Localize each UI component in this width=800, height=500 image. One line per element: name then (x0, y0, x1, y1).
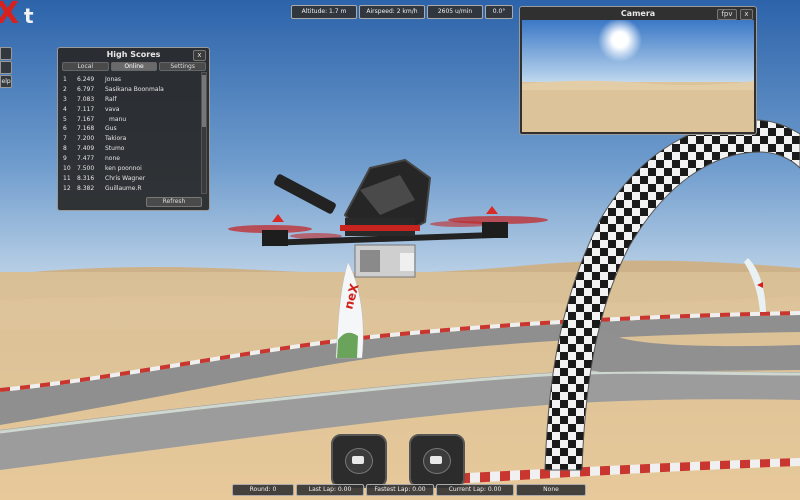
score-rank: 1 (63, 76, 67, 83)
fastest-lap-readout: Fastest Lap: 0.00 (366, 484, 434, 496)
refresh-button[interactable]: Refresh (146, 197, 202, 207)
score-name: vava (105, 105, 120, 113)
score-name: Stumo (105, 145, 125, 153)
logo-letter-x: X (0, 0, 20, 31)
score-name: Ralf (105, 95, 117, 103)
score-row: 7 7.200 Takiora (62, 134, 200, 144)
altitude-readout: Altitude: 1.7 m (291, 5, 357, 19)
last-lap-readout: Last Lap: 0.00 (296, 484, 364, 496)
score-time: 8.382 (77, 184, 95, 192)
high-scores-title: High Scores (106, 50, 161, 59)
rpm-readout: 2605 u/min (427, 5, 483, 19)
angle-readout: 0.0° (485, 5, 513, 19)
help-button[interactable]: Help (0, 75, 12, 88)
mode-readout: None (516, 484, 586, 496)
score-rank: 5 (63, 115, 67, 123)
score-name: Jonas (105, 76, 122, 83)
camera-close-button[interactable]: x (740, 9, 753, 20)
close-icon: x (744, 10, 749, 18)
score-time: 7.200 (77, 135, 95, 143)
airspeed-readout: Airspeed: 2 km/h (359, 5, 425, 19)
score-row: 3 7.083 Ralf (62, 95, 200, 105)
score-time: 7.500 (77, 165, 95, 173)
score-time: 7.409 (77, 145, 95, 153)
score-rank: 7 (63, 135, 67, 143)
tab-settings[interactable]: Settings (159, 62, 207, 71)
score-time: 7.117 (77, 105, 95, 113)
score-rank: 10 (63, 165, 71, 173)
side-button-1[interactable] (0, 47, 12, 60)
score-row: 5 7.167 manu (62, 115, 200, 125)
help-button-label: Help (1, 78, 11, 85)
score-rank: 8 (63, 145, 67, 153)
tab-online[interactable]: Online (110, 62, 158, 71)
score-row: 2 6.797 Sasikana Boonmala (62, 85, 200, 95)
score-rank: 4 (63, 105, 67, 113)
right-gimbal-stick-icon (409, 434, 465, 488)
score-time: 7.083 (77, 95, 95, 103)
score-time: 6.797 (77, 85, 95, 93)
camera-panel: Camera fpv x (519, 6, 757, 135)
score-row: 1 6.249 Jonas (62, 75, 200, 85)
tab-local[interactable]: Local (62, 62, 109, 71)
high-scores-tabs: Local Online Settings (62, 62, 207, 71)
score-rank: 12 (63, 184, 71, 192)
score-name: Guillaume.R (105, 184, 142, 192)
left-gimbal-stick-icon (331, 434, 387, 488)
score-row: 6 7.168 Gus (62, 124, 200, 134)
close-icon: x (197, 51, 202, 59)
race-status-bar: Round: 0 Last Lap: 0.00 Fastest Lap: 0.0… (232, 484, 586, 496)
scores-scroll-thumb[interactable] (202, 75, 206, 127)
score-rank: 3 (63, 95, 67, 103)
score-row: 8 7.409 Stumo (62, 144, 200, 154)
round-readout: Round: 0 (232, 484, 294, 496)
score-rank: 11 (63, 174, 71, 182)
score-name: none (105, 155, 120, 163)
score-name: manu (109, 115, 127, 123)
score-time: 7.477 (77, 155, 95, 163)
high-scores-panel: High Scores x Local Online Settings 1 6.2… (57, 47, 210, 211)
score-time: 8.316 (77, 174, 95, 182)
score-name: Gus (105, 125, 117, 133)
score-row: 4 7.117 vava (62, 105, 200, 115)
score-name: ken poonnoi (105, 165, 142, 173)
logo-letter-t: t (24, 4, 34, 28)
high-scores-close-button[interactable]: x (193, 50, 206, 61)
score-name: Takiora (105, 135, 127, 143)
score-rank: 6 (63, 125, 67, 133)
camera-view (522, 20, 754, 132)
score-row: 9 7.477 none (62, 154, 200, 164)
score-name: Chris Wagner (105, 174, 146, 182)
score-time: 6.249 (77, 76, 95, 83)
scores-scrollbar[interactable] (201, 72, 207, 194)
score-rank: 2 (63, 85, 67, 93)
telemetry-bar: Altitude: 1.7 m Airspeed: 2 km/h 2605 u/… (291, 5, 513, 19)
score-row: 10 7.500 ken poonnoi (62, 164, 200, 174)
side-button-2[interactable] (0, 61, 12, 74)
score-time: 7.168 (77, 125, 95, 133)
score-row: 12 8.382 Guillaume.R (62, 184, 200, 194)
score-row: 11 8.316 Chris Wagner (62, 174, 200, 184)
score-rank: 9 (63, 155, 67, 163)
score-time: 7.167 (77, 115, 95, 123)
camera-fpv-button[interactable]: fpv (717, 9, 737, 20)
current-lap-readout: Current Lap: 0.00 (436, 484, 514, 496)
score-name: Sasikana Boonmala (105, 85, 164, 93)
scores-list: 1 6.249 Jonas 2 6.797 Sasikana Boonmala 3 7.0… (62, 75, 200, 195)
